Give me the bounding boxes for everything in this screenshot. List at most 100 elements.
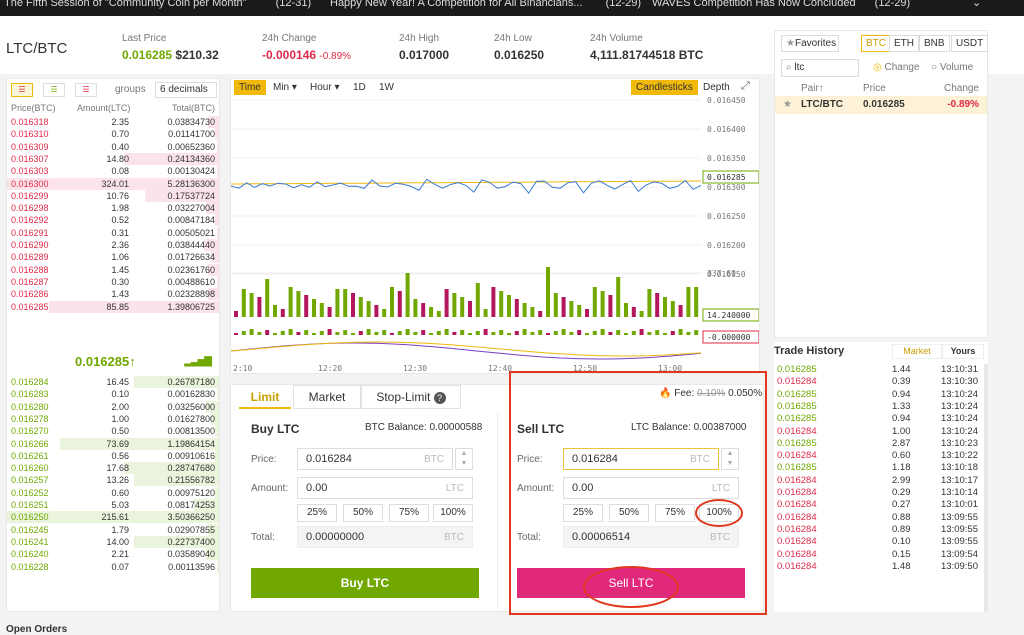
depth-button[interactable]: Depth: [698, 80, 735, 95]
depth-bar: [217, 226, 219, 239]
volume-bar: [374, 305, 379, 317]
favorites-tab[interactable]: ★Favorites: [781, 35, 839, 52]
orderbook-row[interactable]: 0.016310 0.70 0.01141700: [7, 128, 219, 141]
price-header[interactable]: Price: [863, 83, 886, 94]
orderbook-row[interactable]: 0.016270 0.50 0.00813500: [7, 425, 219, 438]
orderbook-row[interactable]: 0.016284 16.45 0.26787180: [7, 376, 219, 388]
orderbook-row[interactable]: 0.016292 0.52 0.00847184: [7, 214, 219, 227]
buy-price-input[interactable]: 0.016284 BTC: [297, 448, 453, 470]
search-input[interactable]: ⌕ ltc: [781, 59, 859, 77]
pair-header[interactable]: Pair↑: [801, 83, 824, 94]
buy-pct-50[interactable]: 50%: [343, 504, 383, 522]
orderbook-row[interactable]: 0.016278 1.00 0.01627800: [7, 412, 219, 425]
decimals-select[interactable]: 6 decimals: [155, 82, 217, 98]
orderbook-amount: 10.76: [106, 190, 129, 201]
buy-pct-100[interactable]: 100%: [433, 504, 473, 522]
current-price-tag: 0.016285: [707, 173, 746, 182]
orderbook-row[interactable]: 0.016286 1.43 0.02328898: [7, 288, 219, 301]
change-header[interactable]: Change: [944, 83, 979, 94]
interval-hour[interactable]: Hour ▾: [305, 80, 345, 95]
orderbook-total: 0.02361760: [167, 264, 215, 275]
orderbook-row[interactable]: 0.016251 5.03 0.08174253: [7, 499, 219, 511]
buy-price-stepper[interactable]: ▲ ▼: [455, 448, 473, 470]
pair-row[interactable]: ★ LTC/BTC 0.016285 -0.89%: [775, 96, 987, 114]
tab-market[interactable]: Market: [293, 385, 361, 409]
star-icon[interactable]: ★: [783, 99, 792, 110]
tab-your-trades[interactable]: Yours: [942, 344, 984, 359]
trade-time: 13:10:01: [941, 499, 978, 511]
volume-bar: [483, 309, 488, 317]
orderbook-row[interactable]: 0.016318 2.35 0.03834730: [7, 116, 219, 128]
orderbook-row[interactable]: 0.016228 0.07 0.00113596: [7, 560, 219, 573]
orderbook-price: 0.016303: [11, 166, 49, 177]
orderbook-price: 0.016241: [11, 536, 49, 547]
news-item[interactable]: Happy New Year! A Competition for All Bi…: [330, 0, 641, 9]
buy-button[interactable]: Buy LTC: [251, 568, 479, 598]
interval-1d[interactable]: 1D: [348, 80, 371, 95]
candlesticks-button[interactable]: Candlesticks: [631, 80, 698, 95]
chevron-down-icon[interactable]: ⌄: [972, 0, 981, 9]
orderbook-row[interactable]: 0.016250 215.61 3.50366250: [7, 511, 219, 524]
interval-1w[interactable]: 1W: [374, 80, 399, 95]
orderbook-row[interactable]: 0.016260 17.68 0.28747680: [7, 462, 219, 475]
orderbook-row[interactable]: 0.016285 85.85 1.39806725: [7, 300, 219, 313]
book-buy-icon[interactable]: ☰: [43, 83, 65, 97]
orderbook-total: 1.39806725: [167, 301, 215, 312]
orderbook-price: 0.016280: [11, 401, 49, 412]
volume-bar: [273, 305, 277, 317]
orderbook-row[interactable]: 0.016291 0.31 0.00505021: [7, 226, 219, 239]
book-both-icon[interactable]: ☰: [11, 83, 33, 97]
buy-amount-input[interactable]: 0.00 LTC: [297, 477, 473, 499]
buy-price-label: Price:: [251, 454, 277, 465]
scrollbar[interactable]: [984, 364, 988, 612]
orderbook-row[interactable]: 0.016283 0.10 0.00162830: [7, 388, 219, 401]
market-tab-btc[interactable]: BTC: [861, 35, 891, 52]
orderbook-row[interactable]: 0.016309 0.40 0.00652360: [7, 140, 219, 153]
book-sell-icon[interactable]: ☰: [75, 83, 97, 97]
trade-amount: 1.18: [892, 462, 911, 474]
annotation-circle: [695, 499, 743, 527]
volume-bar: [288, 287, 293, 317]
help-icon[interactable]: ?: [433, 392, 446, 404]
fullscreen-icon[interactable]: ⤢: [741, 80, 750, 93]
orderbook-row[interactable]: 0.016252 0.60 0.00975120: [7, 486, 219, 499]
volume-bar: [670, 301, 675, 317]
orderbook-total: 0.02907855: [167, 524, 215, 535]
radio-volume[interactable]: ○ Volume: [931, 62, 973, 73]
market-tab-usdt[interactable]: USDT: [951, 35, 989, 52]
orderbook-row[interactable]: 0.016290 2.36 0.03844440: [7, 239, 219, 251]
volume-bar: [561, 297, 566, 317]
orderbook-row[interactable]: 0.016300 324.01 5.28136300: [7, 177, 219, 190]
tab-limit[interactable]: Limit: [239, 385, 291, 409]
buy-pct-25[interactable]: 25%: [297, 504, 337, 522]
orderbook-row[interactable]: 0.016287 0.30 0.00488610: [7, 275, 219, 288]
radio-change[interactable]: ◎ Change: [873, 62, 920, 73]
orderbook-row[interactable]: 0.016289 1.06 0.01726634: [7, 251, 219, 264]
orderbook-row[interactable]: 0.016307 14.80 0.24134360: [7, 152, 219, 165]
market-tab-bnb[interactable]: BNB: [919, 35, 950, 52]
news-item[interactable]: The Fifth Session of "Community Coin per…: [4, 0, 311, 9]
orderbook-price: 0.016292: [11, 215, 49, 226]
tab-stop-limit[interactable]: Stop-Limit ?: [361, 385, 461, 409]
interval-min[interactable]: Min ▾: [268, 80, 302, 95]
orderbook-row[interactable]: 0.016241 14.00 0.22737400: [7, 535, 219, 548]
news-item[interactable]: WAVES Competition Has Now Concluded (12-…: [652, 0, 910, 9]
orderbook-row[interactable]: 0.016303 0.08 0.00130424: [7, 165, 219, 178]
orderbook-row[interactable]: 0.016288 1.45 0.02361760: [7, 263, 219, 276]
orderbook-row[interactable]: 0.016257 13.26 0.21556782: [7, 474, 219, 487]
buy-pct-75[interactable]: 75%: [389, 504, 429, 522]
orderbook-row[interactable]: 0.016280 2.00 0.03256000: [7, 400, 219, 413]
trade-row: 0.016285 1.33 13:10:24: [774, 401, 984, 413]
interval-time[interactable]: Time: [234, 80, 266, 95]
market-tab-eth[interactable]: ETH: [889, 35, 919, 52]
orderbook-row[interactable]: 0.016240 2.21 0.03589040: [7, 548, 219, 561]
orderbook-row[interactable]: 0.016298 1.98 0.03227004: [7, 202, 219, 215]
orderbook-row[interactable]: 0.016261 0.56 0.00910616: [7, 449, 219, 462]
orderbook-row[interactable]: 0.016266 73.69 1.19864154: [7, 437, 219, 450]
tab-market-trades[interactable]: Market: [892, 344, 942, 359]
orderbook-price: 0.016240: [11, 549, 49, 560]
orderbook-row[interactable]: 0.016245 1.79 0.02907855: [7, 523, 219, 536]
change-value: -0.000146: [262, 48, 317, 62]
macd-bar: [273, 333, 277, 335]
orderbook-row[interactable]: 0.016299 10.76 0.17537724: [7, 189, 219, 202]
